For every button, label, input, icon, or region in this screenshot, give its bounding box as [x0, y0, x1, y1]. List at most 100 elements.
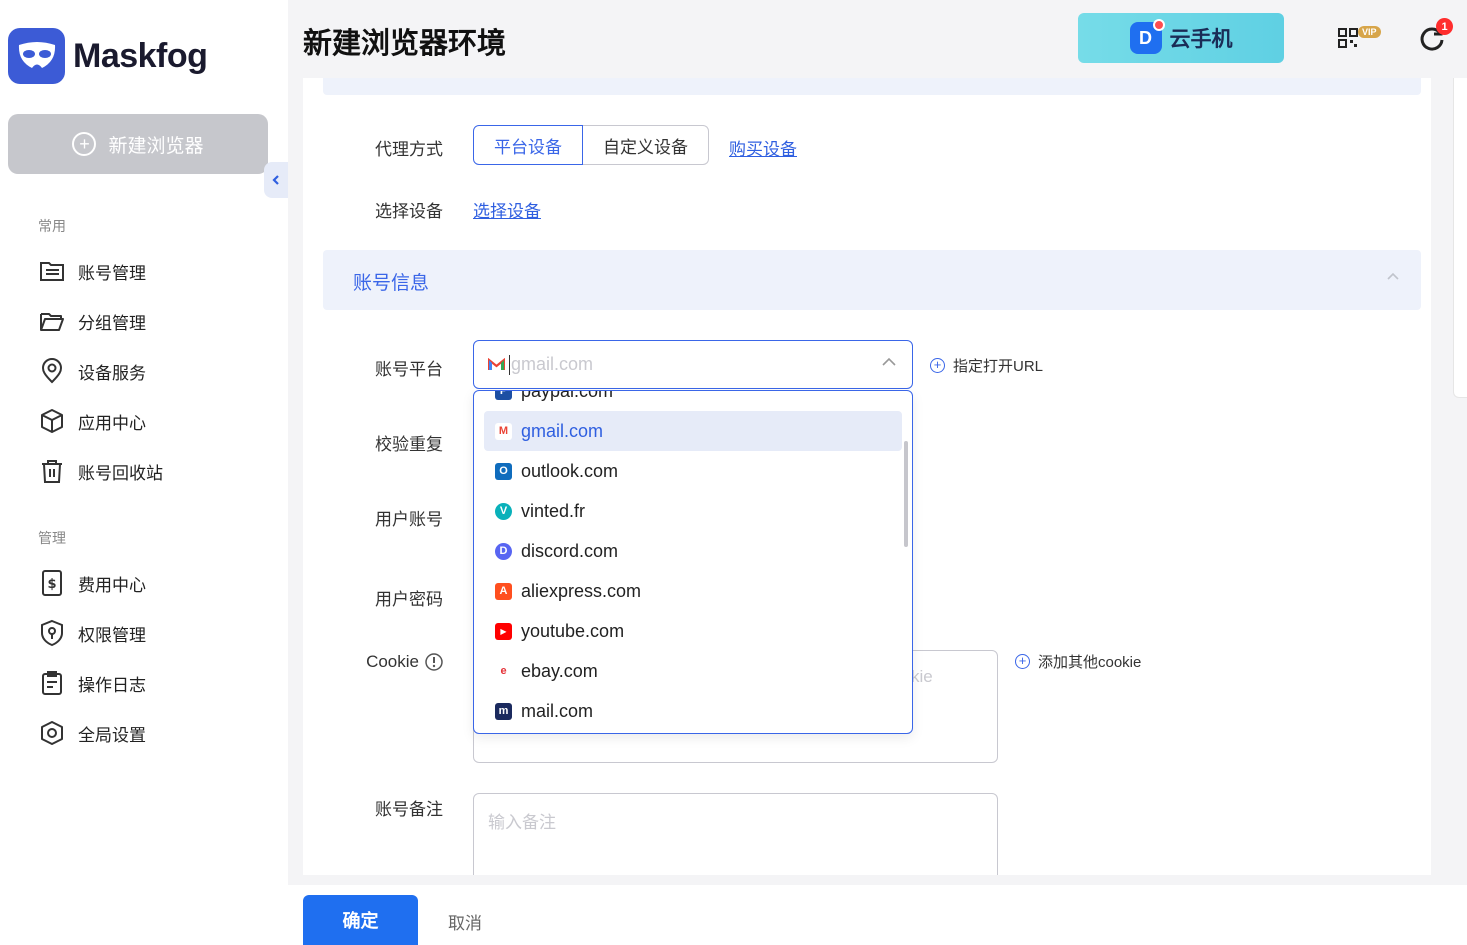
note-placeholder: 输入备注: [488, 813, 556, 832]
chevron-up-icon: [882, 357, 896, 366]
sidebar-item-label: 费用中心: [78, 575, 146, 595]
trash-icon: [38, 457, 66, 485]
check-duplicate-label: 校验重复: [375, 435, 443, 454]
new-browser-label: 新建浏览器: [108, 135, 204, 157]
sidebar-item-label: 全局设置: [78, 725, 146, 745]
nav-section-manage: 管理: [38, 530, 66, 546]
text-cursor: [509, 354, 510, 375]
dropdown-option-gmail[interactable]: M gmail.com: [484, 411, 902, 451]
sidebar-item-label: 权限管理: [78, 625, 146, 645]
maskfog-logo-icon: [8, 28, 65, 84]
sidebar-item-group-management[interactable]: 分组管理: [38, 306, 146, 336]
platform-dropdown: P paypal.com M gmail.com O outlook.com V…: [473, 390, 913, 734]
plus-circle-icon: +: [1015, 654, 1030, 669]
dropdown-option-paypal[interactable]: P paypal.com: [484, 390, 902, 411]
option-label: paypal.com: [521, 390, 614, 401]
sidebar-item-recycle-bin[interactable]: 账号回收站: [38, 456, 163, 486]
dropdown-option-mailcom[interactable]: m mail.com: [484, 691, 902, 731]
sidebar: Maskfog + 新建浏览器 常用 账号管理 分组管理 设备服务 应用中心 账…: [0, 0, 288, 945]
account-info-section-header[interactable]: 账号信息: [323, 250, 1421, 310]
option-label: vinted.fr: [521, 500, 586, 521]
youtube-icon: ▶: [495, 622, 512, 640]
notification-badge: 1: [1436, 18, 1453, 35]
svg-text:$: $: [47, 577, 56, 592]
proxy-method-label: 代理方式: [375, 140, 443, 159]
sidebar-item-global-settings[interactable]: 全局设置: [38, 718, 146, 748]
qr-code-icon: [1338, 28, 1358, 48]
header: 新建浏览器环境 D 云手机 VIP 1: [288, 0, 1467, 78]
vinted-icon: V: [495, 502, 512, 520]
sidebar-item-label: 设备服务: [78, 363, 146, 383]
sidebar-item-app-center[interactable]: 应用中心: [38, 406, 146, 436]
qr-code-button[interactable]: VIP: [1336, 26, 1384, 52]
add-cookie-label: 添加其他cookie: [1038, 654, 1142, 671]
select-device-link[interactable]: 选择设备: [473, 197, 541, 222]
add-cookie-button[interactable]: + 添加其他cookie: [1015, 651, 1141, 672]
dropdown-option-discord[interactable]: D discord.com: [484, 531, 902, 571]
sidebar-item-label: 账号管理: [78, 263, 146, 283]
option-label: youtube.com: [521, 620, 625, 641]
paypal-icon: P: [495, 391, 512, 400]
cube-icon: [38, 407, 66, 435]
cookie-label: Cookie: [366, 652, 419, 671]
right-panel-edge: [1453, 78, 1467, 398]
account-list-icon: [38, 257, 66, 285]
cloud-phone-banner[interactable]: D 云手机: [1078, 13, 1284, 63]
account-platform-label: 账号平台: [375, 360, 443, 379]
section-title: 账号信息: [353, 273, 430, 294]
dropdown-option-vinted[interactable]: V vinted.fr: [484, 491, 902, 531]
open-url-button[interactable]: + 指定打开URL: [930, 355, 1043, 376]
dropdown-scrollbar[interactable]: [904, 441, 908, 547]
buy-device-link[interactable]: 购买设备: [729, 135, 797, 160]
discord-icon: D: [495, 542, 512, 560]
chevron-up-icon: [1387, 272, 1399, 280]
chevron-left-icon: [272, 175, 279, 185]
clipboard-icon: [38, 669, 66, 697]
shield-key-icon: [38, 619, 66, 647]
nav-section-common: 常用: [38, 218, 66, 234]
sidebar-item-operation-log[interactable]: 操作日志: [38, 668, 146, 698]
account-platform-select[interactable]: gmail.com: [473, 340, 913, 389]
confirm-button[interactable]: 确定: [303, 895, 418, 945]
option-label: gmail.com: [521, 420, 604, 441]
cookie-label-row: Cookie: [303, 652, 443, 672]
sidebar-item-account-management[interactable]: 账号管理: [38, 256, 146, 286]
sidebar-item-label: 账号回收站: [78, 463, 163, 483]
cookie-placeholder: kie: [911, 667, 933, 686]
billing-icon: $: [38, 569, 66, 597]
option-label: discord.com: [521, 540, 619, 561]
dropdown-option-aliexpress[interactable]: A aliexpress.com: [484, 571, 902, 611]
note-textarea[interactable]: 输入备注: [473, 793, 998, 875]
dropdown-option-outlook[interactable]: O outlook.com: [484, 451, 902, 491]
previous-section-bottom: [323, 78, 1421, 95]
select-device-label: 选择设备: [375, 202, 443, 221]
info-icon[interactable]: [425, 653, 443, 671]
outlook-icon: O: [495, 462, 512, 480]
platform-placeholder: gmail.com: [511, 354, 594, 374]
vip-badge: VIP: [1358, 26, 1381, 38]
dropdown-option-youtube[interactable]: ▶ youtube.com: [484, 611, 902, 651]
sidebar-item-label: 分组管理: [78, 313, 146, 333]
cloud-phone-label: 云手机: [1169, 28, 1233, 51]
sidebar-item-device-service[interactable]: 设备服务: [38, 356, 146, 386]
new-browser-button[interactable]: + 新建浏览器: [8, 114, 268, 174]
brand-name: Maskfog: [73, 36, 208, 75]
cancel-button[interactable]: 取消: [448, 909, 482, 934]
sidebar-item-billing[interactable]: $ 费用中心: [38, 568, 146, 598]
dropdown-option-ebay[interactable]: e ebay.com: [484, 651, 902, 691]
location-pin-icon: [38, 357, 66, 385]
gmail-icon: M: [495, 422, 512, 440]
cloud-phone-icon: D: [1129, 19, 1165, 54]
collapse-sidebar-button[interactable]: [264, 162, 288, 198]
proxy-option-platform[interactable]: 平台设备: [473, 125, 583, 165]
sync-button[interactable]: 1: [1418, 18, 1453, 54]
ebay-icon: e: [495, 662, 512, 680]
proxy-option-custom[interactable]: 自定义设备: [583, 125, 709, 165]
settings-hex-icon: [38, 719, 66, 747]
option-label: aliexpress.com: [521, 580, 642, 601]
sidebar-item-permissions[interactable]: 权限管理: [38, 618, 146, 648]
sidebar-item-label: 应用中心: [78, 413, 146, 433]
option-label: ebay.com: [521, 660, 598, 681]
mailcom-icon: m: [495, 702, 512, 720]
note-label: 账号备注: [375, 800, 443, 819]
